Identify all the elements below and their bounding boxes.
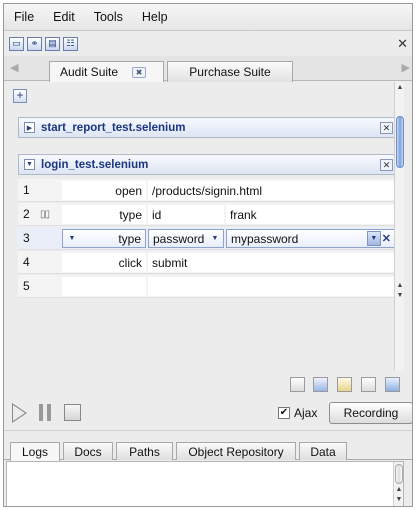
row-number: 5 [23,279,30,293]
target-value: password [153,231,205,246]
collapse-icon[interactable]: ▼ [24,159,35,170]
chevron-down-icon[interactable]: ▼ [208,231,222,246]
tab-docs[interactable]: Docs [63,442,113,460]
value-cell[interactable]: frank [226,205,396,224]
scroll-up-icon[interactable]: ▲ [395,282,404,289]
scroll-down-icon[interactable]: ▼ [394,496,404,503]
command-select[interactable]: ▼ type [62,229,146,248]
suite-tab-bar: ◀ Audit Suite ✖ Purchase Suite ▶ [4,56,412,82]
row-number: 1 [23,183,30,197]
chevron-down-icon[interactable]: ▼ [65,231,79,246]
table-row[interactable]: 2 ▯▯ type id frank [18,203,398,226]
export-icon[interactable] [290,377,305,392]
target-cell[interactable] [148,277,396,296]
editor-scrollbar[interactable]: ▲ ▲ ▼ [394,82,404,371]
tab-label: Purchase Suite [189,65,271,79]
stop-icon[interactable] [64,404,81,421]
tree-view-icon[interactable]: ☷ [63,36,78,51]
test-title: start_report_test.selenium [41,121,186,134]
tab-purchase-suite[interactable]: Purchase Suite [167,61,293,82]
ajax-label: Ajax [294,406,318,420]
ajax-checkbox[interactable]: ✔ [278,407,290,419]
test-editor: + ▶ start_report_test.selenium ✕ ▼ login… [4,82,404,371]
value-input[interactable]: mypassword ▼ ✕ [226,229,396,248]
pause-icon[interactable] [39,404,51,421]
import-icon[interactable] [313,377,328,392]
chevron-down-icon[interactable]: ▼ [366,231,381,246]
scroll-up-icon[interactable]: ▲ [394,486,404,493]
menu-tools[interactable]: Tools [94,10,123,24]
log-panel: ▲ ▼ [6,461,404,506]
expand-icon[interactable]: ▶ [24,122,35,133]
play-icon[interactable] [12,403,27,423]
close-test-icon[interactable]: ✕ [380,159,393,171]
save-icon[interactable]: ▤ [45,36,60,51]
menu-bar: File Edit Tools Help [4,4,412,31]
bottom-tab-bar: Logs Docs Paths Object Repository Data [4,440,412,461]
table-row[interactable]: 5 [18,275,398,298]
target-cell[interactable]: id [148,205,224,224]
scroll-down-icon[interactable]: ▼ [395,292,404,299]
folder-new-icon[interactable] [337,377,352,392]
scroll-up-icon[interactable]: ▲ [395,84,404,91]
tab-paths[interactable]: Paths [116,442,173,460]
menu-file[interactable]: File [14,10,34,24]
tab-object-repository[interactable]: Object Repository [176,442,296,460]
scroll-right-icon[interactable]: ▶ [402,61,410,74]
toolbar: ▭ ⚭ ▤ ☷ ✕ [4,32,412,55]
close-tab-icon[interactable]: ✖ [132,66,147,78]
log-scrollbar[interactable]: ▲ ▼ [393,462,404,506]
table-row[interactable]: 4 click submit [18,251,398,274]
command-value: type [118,231,141,246]
run-controls: ✔ Ajax Recording [4,399,412,431]
remove-row-icon[interactable]: ✕ [382,232,391,245]
row-number: 4 [23,255,30,269]
tab-label: Audit Suite [60,65,119,79]
target-cell[interactable]: /products/signin.html [148,181,396,200]
document-icon[interactable] [361,377,376,392]
scrollbar-thumb[interactable] [395,464,403,484]
ajax-toggle[interactable]: ✔ Ajax [278,406,317,420]
menu-help[interactable]: Help [142,10,168,24]
app-window: File Edit Tools Help ▭ ⚭ ▤ ☷ ✕ ◀ Audit S… [3,3,413,507]
scrollbar-thumb[interactable] [396,116,404,168]
add-test-button[interactable]: + [13,89,27,103]
tab-audit-suite[interactable]: Audit Suite ✖ [49,61,164,82]
new-suite-icon[interactable]: ▭ [9,36,24,51]
table-row[interactable]: 1 open /products/signin.html [18,179,398,202]
test-header-start-report[interactable]: ▶ start_report_test.selenium ✕ [18,117,398,138]
test-header-login[interactable]: ▼ login_test.selenium ✕ [18,154,398,175]
row-number: 3 [23,231,30,245]
folder-icon[interactable] [385,377,400,392]
test-title: login_test.selenium [41,158,149,171]
close-panel-icon[interactable]: ✕ [397,36,408,52]
command-cell[interactable]: click [62,253,146,272]
target-cell[interactable]: submit [148,253,396,272]
table-row-editing[interactable]: 3 ▼ type password ▼ mypassword ▼ ✕ [18,227,398,250]
value-text: mypassword [231,231,299,246]
target-select[interactable]: password ▼ [148,229,224,248]
tab-logs[interactable]: Logs [10,442,60,461]
tab-data[interactable]: Data [299,442,347,460]
command-cell[interactable]: open [62,181,146,200]
close-test-icon[interactable]: ✕ [380,122,393,134]
menu-edit[interactable]: Edit [53,10,75,24]
row-number: 2 [23,207,30,221]
scroll-left-icon[interactable]: ◀ [10,61,18,74]
command-cell[interactable] [62,277,146,296]
action-icon-bar [4,371,412,399]
find-icon[interactable]: ⚭ [27,36,42,51]
recording-button[interactable]: Recording [329,402,412,424]
command-cell[interactable]: type [62,205,146,224]
drag-handle-icon[interactable]: ▯▯ [40,209,50,220]
